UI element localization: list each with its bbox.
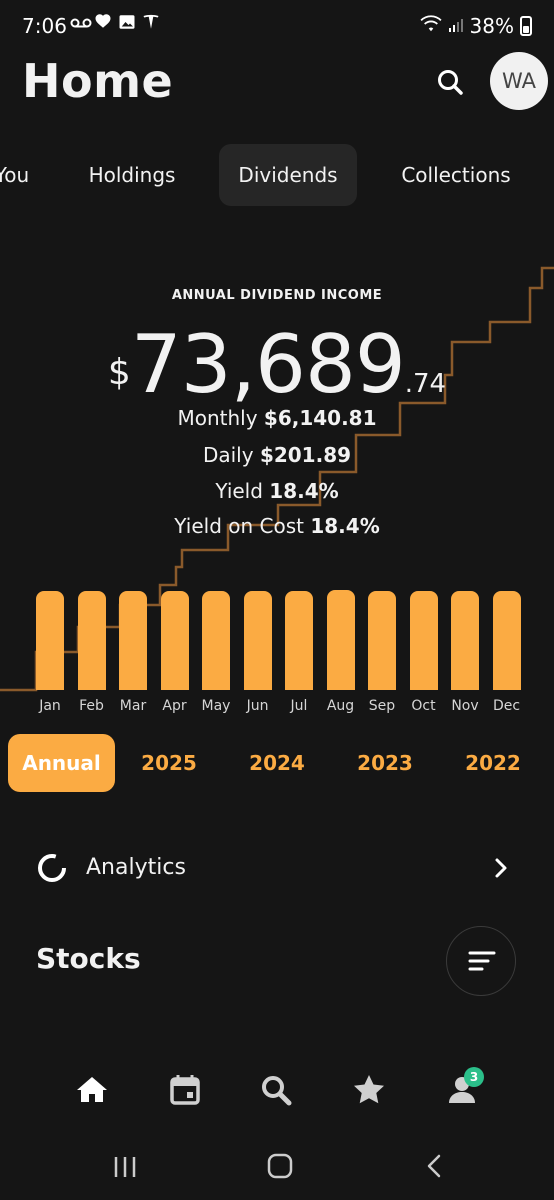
year-2023[interactable]: 2023 <box>346 734 424 792</box>
analytics-icon <box>38 854 66 882</box>
bar-feb[interactable] <box>77 591 106 690</box>
month-label-jun: Jun <box>246 698 269 714</box>
month-label-sep: Sep <box>368 698 396 714</box>
bar-mar[interactable] <box>119 591 147 690</box>
year-2024[interactable]: 2024 <box>238 734 316 792</box>
status-right: 38% <box>420 14 532 38</box>
search-icon[interactable] <box>256 1070 296 1110</box>
monthly-label: Monthly <box>177 406 258 430</box>
yoc-stat: Yield on Cost 18.4% <box>0 514 554 538</box>
bar-oct[interactable] <box>409 591 438 690</box>
bar-sep[interactable] <box>368 591 396 690</box>
tab-holdings[interactable]: Holdings <box>72 144 192 206</box>
daily-value: $201.89 <box>259 443 352 467</box>
yoc-label: Yield on Cost <box>174 514 304 538</box>
search-icon <box>438 70 463 95</box>
avatar[interactable]: WA <box>490 52 548 110</box>
year-annual[interactable]: Annual <box>8 734 115 792</box>
monthly-dividend-chart: Jan Feb Mar Apr May Jun Jul Aug Sep Oct Nov Dec <box>0 580 554 720</box>
yield-value: 18.4% <box>269 479 339 503</box>
status-time: 7:06 <box>22 14 67 38</box>
bar-may[interactable] <box>202 591 230 690</box>
tab-collections[interactable]: Collections <box>384 144 528 206</box>
yield-stat: Yield 18.4% <box>0 479 554 503</box>
page-title: Home <box>22 54 174 108</box>
bar-jul[interactable] <box>285 591 313 690</box>
annual-income-amount: $73,689.74 <box>0 318 554 411</box>
system-nav-bar <box>0 1140 554 1200</box>
month-label-oct: Oct <box>411 698 436 714</box>
bar-aug[interactable] <box>326 590 355 690</box>
battery-percent: 38% <box>469 14 514 38</box>
back-icon[interactable] <box>420 1150 450 1182</box>
month-label-apr: Apr <box>162 698 187 714</box>
bar-jun[interactable] <box>243 591 272 690</box>
home-nav-icon[interactable] <box>264 1150 296 1182</box>
monthly-stat: Monthly $6,140.81 <box>0 406 554 430</box>
star-icon[interactable] <box>349 1070 389 1110</box>
currency-symbol: $ <box>107 352 131 393</box>
amount-whole: 73,689 <box>130 318 406 411</box>
sort-icon <box>468 951 495 970</box>
yield-label: Yield <box>215 479 263 503</box>
analytics-row[interactable] <box>0 840 554 898</box>
tab-you[interactable]: You <box>0 144 44 206</box>
month-label-aug: Aug <box>326 698 355 714</box>
tesla-icon <box>142 13 160 36</box>
month-label-nov: Nov <box>451 698 479 714</box>
month-label-may: May <box>201 698 231 714</box>
analytics-label: Analytics <box>86 855 186 880</box>
recents-icon[interactable] <box>110 1152 140 1182</box>
gallery-icon <box>118 13 136 36</box>
heart-icon <box>94 12 112 35</box>
sort-button[interactable] <box>446 926 516 996</box>
monthly-value: $6,140.81 <box>263 406 377 430</box>
tab-dividends[interactable]: Dividends <box>219 144 357 206</box>
amount-cents: .74 <box>404 369 447 399</box>
daily-stat: Daily $201.89 <box>0 443 554 467</box>
notification-badge: 3 <box>464 1067 484 1087</box>
yoc-value: 18.4% <box>310 514 380 538</box>
bar-jan[interactable] <box>36 591 64 690</box>
bar-dec[interactable] <box>492 591 521 690</box>
month-label-feb: Feb <box>79 698 104 714</box>
month-label-dec: Dec <box>492 698 521 714</box>
bar-nov[interactable] <box>451 591 479 690</box>
chevron-right-icon[interactable] <box>490 856 512 880</box>
month-label-jan: Jan <box>39 698 61 714</box>
wifi-icon <box>420 14 442 38</box>
battery-icon <box>520 16 532 36</box>
calendar-icon[interactable] <box>165 1070 205 1110</box>
status-bar: 7:06 38% <box>0 0 554 52</box>
signal-icon <box>448 14 464 38</box>
daily-label: Daily <box>202 443 254 467</box>
voicemail-icon <box>70 14 92 35</box>
home-icon[interactable] <box>72 1070 112 1110</box>
month-label-jul: Jul <box>290 698 308 714</box>
stocks-title: Stocks <box>36 942 141 975</box>
month-label-mar: Mar <box>119 698 147 714</box>
bar-apr[interactable] <box>160 591 189 690</box>
search-button[interactable] <box>430 62 472 104</box>
year-2022[interactable]: 2022 <box>454 734 532 792</box>
year-2025[interactable]: 2025 <box>130 734 208 792</box>
annual-income-label: ANNUAL DIVIDEND INCOME <box>171 288 383 303</box>
